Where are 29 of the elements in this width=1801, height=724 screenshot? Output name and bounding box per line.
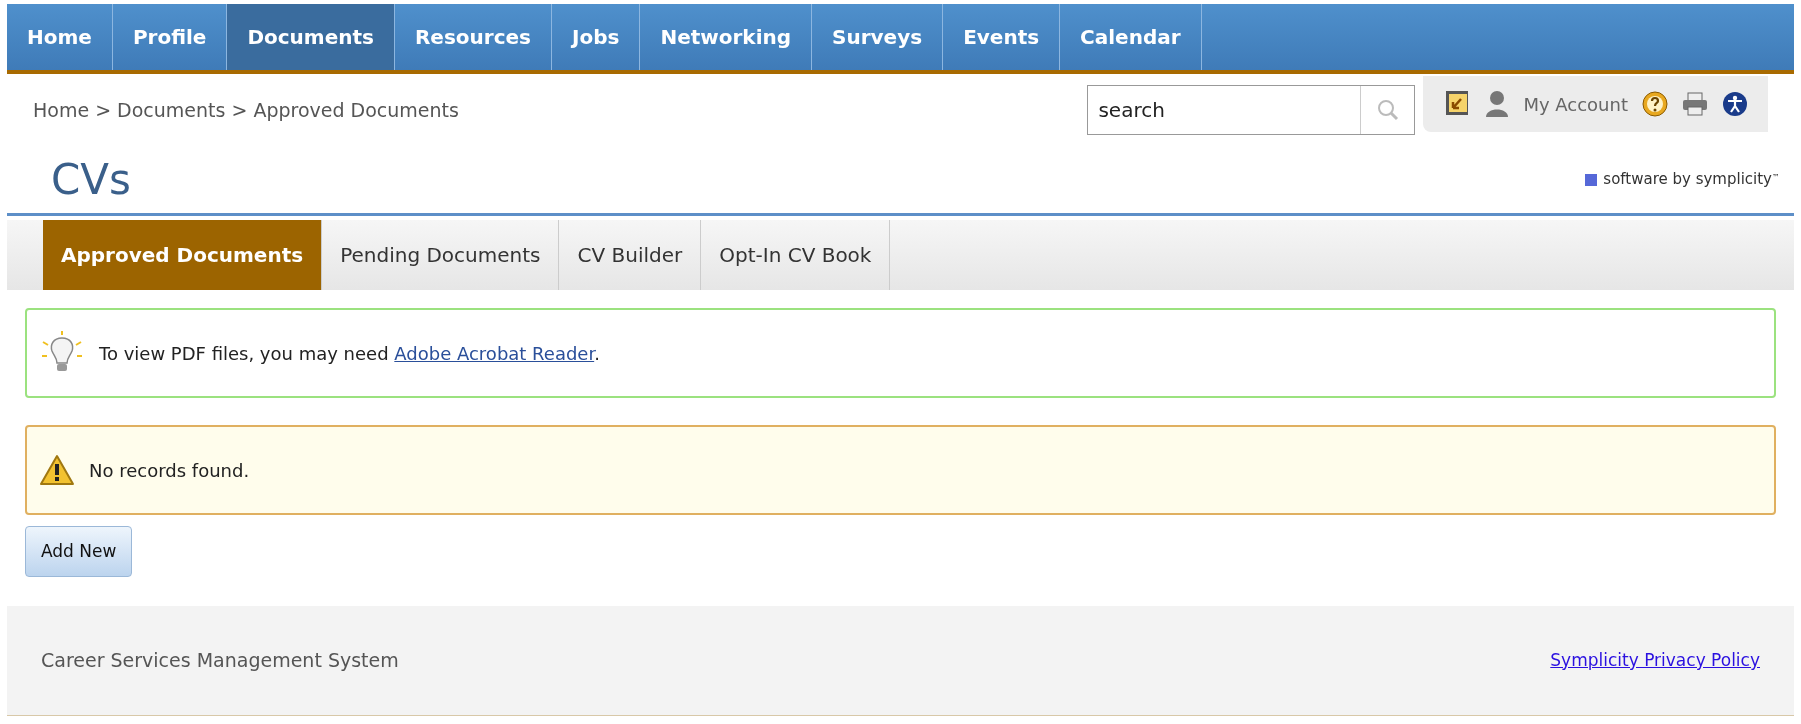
nav-tab[interactable]: Documents	[227, 4, 395, 70]
nav-tab[interactable]: Resources	[394, 4, 552, 70]
nav-tab[interactable]: Jobs	[552, 4, 641, 70]
add-new-button[interactable]: Add New	[25, 526, 133, 577]
acrobat-link[interactable]: Adobe Acrobat Reader	[394, 342, 595, 364]
nav-tab[interactable]: Networking	[640, 4, 813, 70]
accessibility-icon[interactable]	[1722, 91, 1748, 117]
nav-tab[interactable]: Calendar	[1060, 4, 1202, 70]
help-icon[interactable]	[1642, 91, 1668, 117]
tab[interactable]: CV Builder	[559, 220, 702, 290]
nav-tab[interactable]: Events	[943, 4, 1061, 70]
tab[interactable]: Pending Documents	[322, 220, 560, 290]
brand-text: software by symplicity$^{™}$	[1603, 169, 1780, 191]
printer-icon[interactable]	[1682, 91, 1708, 117]
footer-text: Career Services Management System	[41, 648, 399, 674]
nav-tab[interactable]: Surveys	[812, 4, 944, 70]
tab[interactable]: Approved Documents	[43, 220, 323, 290]
page-title: CVs	[51, 154, 132, 206]
notice-text: No records found.	[89, 458, 250, 483]
logo-icon	[1585, 173, 1598, 186]
notice-text: To view PDF files, you may need Adobe Acrobat Reader.	[99, 341, 600, 366]
user-icon[interactable]	[1485, 90, 1510, 118]
my-account-link[interactable]: My Account	[1523, 90, 1628, 118]
nav-tab[interactable]: Home	[7, 4, 113, 70]
tab[interactable]: Opt-In CV Book	[701, 220, 891, 290]
warning-icon	[39, 454, 75, 486]
search-field[interactable]: search	[1087, 85, 1416, 135]
privacy-policy-link[interactable]: Symplicity Privacy Policy	[1550, 647, 1760, 674]
breadcrumb: Home > Documents > Approved Documents	[33, 97, 460, 123]
